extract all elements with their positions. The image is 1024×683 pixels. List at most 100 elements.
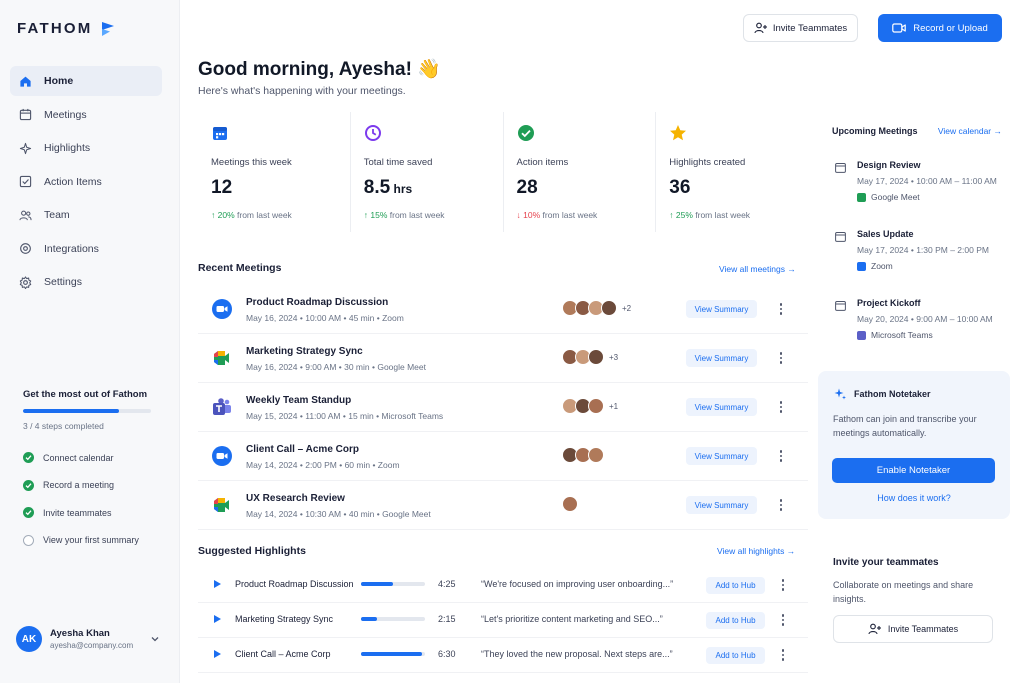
invite-teammates-button[interactable]: Invite Teammates xyxy=(743,14,858,42)
more-options-icon[interactable] xyxy=(776,351,786,365)
sidebar-item-label: Home xyxy=(44,75,74,87)
sidebar-item-highlights[interactable]: Highlights xyxy=(10,133,162,163)
meeting-row[interactable]: Client Call – Acme Corp May 14, 2024 • 2:… xyxy=(198,432,808,481)
view-summary-button[interactable]: View Summary xyxy=(686,447,757,465)
stats-row: Meetings this week 12 ↑ 20% from last we… xyxy=(198,112,808,232)
sidebar-item-home[interactable]: Home xyxy=(10,66,162,96)
upcoming-meeting-name: Project Kickoff xyxy=(857,298,921,308)
meeting-title: Marketing Strategy Sync xyxy=(246,346,363,357)
meeting-meta: May 14, 2024 • 10:30 AM • 40 min • Googl… xyxy=(246,509,431,519)
view-all-meetings-link[interactable]: View all meetings → xyxy=(719,264,796,274)
checklist-label: Record a meeting xyxy=(43,480,115,491)
stat-change: ↑ 15% from last week xyxy=(363,210,445,220)
fathom-logo-icon xyxy=(102,21,115,36)
calendar-icon xyxy=(835,163,846,173)
page-title: Good morning, Ayesha! 👋 xyxy=(198,59,441,80)
onboarding-steps-text: 3 / 4 steps completed xyxy=(23,421,104,431)
checklist-item[interactable]: Connect calendar xyxy=(23,444,166,472)
view-all-highlights-link[interactable]: View all highlights → xyxy=(717,546,795,556)
more-participants-count: +2 xyxy=(622,303,632,313)
participant-avatar xyxy=(562,496,578,512)
stat-card-action-items[interactable]: Action items 28 ↓ 10% from last week xyxy=(504,112,657,232)
sidebar-item-settings[interactable]: Settings xyxy=(10,267,162,297)
google-meet-icon xyxy=(214,498,229,512)
highlight-row[interactable]: Marketing Strategy Sync 2:15 “Let's priori… xyxy=(198,603,808,638)
highlight-row[interactable]: Product Roadmap Discussion 4:25 “We're foc… xyxy=(198,568,808,603)
participant-avatars: +2 xyxy=(562,300,631,316)
view-summary-button[interactable]: View Summary xyxy=(686,496,757,514)
highlight-progress-bar[interactable] xyxy=(361,582,425,586)
view-summary-button[interactable]: View Summary xyxy=(686,300,757,318)
notetaker-description: Fathom can join and transcribe your meet… xyxy=(833,414,977,438)
add-to-hub-button[interactable]: Add to Hub xyxy=(706,612,765,629)
sidebar-item-action-items[interactable]: Action Items xyxy=(10,167,162,197)
play-icon[interactable] xyxy=(214,580,221,588)
highlight-progress-bar[interactable] xyxy=(361,617,425,621)
platform-icon xyxy=(857,261,866,271)
more-options-icon[interactable] xyxy=(776,302,786,316)
highlight-duration: 4:25 xyxy=(438,579,456,589)
upcoming-meetings-panel: Upcoming Meetings View calendar → Design… xyxy=(818,112,1010,352)
checklist-item[interactable]: Invite teammates xyxy=(23,499,166,527)
stat-value: 36 xyxy=(669,177,691,198)
checklist-item[interactable]: View your first summary xyxy=(23,527,166,555)
invite-teammates-card-button[interactable]: Invite Teammates xyxy=(833,615,993,643)
checklist-icon xyxy=(19,175,32,188)
record-upload-button[interactable]: Record or Upload xyxy=(878,14,1002,42)
upcoming-meeting-platform: Microsoft Teams xyxy=(857,330,933,340)
play-icon[interactable] xyxy=(214,650,221,658)
users-icon xyxy=(19,210,32,220)
user-menu[interactable]: AK Ayesha Khan ayesha@company.com xyxy=(16,626,160,652)
sidebar-item-team[interactable]: Team xyxy=(10,200,162,230)
more-options-icon[interactable] xyxy=(778,578,788,592)
meeting-row[interactable]: Product Roadmap Discussion May 16, 2024 •… xyxy=(198,285,808,334)
notetaker-header: Fathom Notetaker xyxy=(834,388,931,400)
onboarding-title: Get the most out of Fathom xyxy=(23,389,148,400)
participant-avatars xyxy=(562,496,583,512)
sidebar-item-label: Team xyxy=(44,209,70,221)
more-options-icon[interactable] xyxy=(776,498,786,512)
user-email: ayesha@company.com xyxy=(50,641,134,650)
highlight-title: Marketing Strategy Sync xyxy=(235,614,334,624)
meeting-meta: May 15, 2024 • 11:00 AM • 15 min • Micro… xyxy=(246,411,444,421)
chevron-down-icon xyxy=(151,637,159,642)
stat-card-time-saved[interactable]: Total time saved 8.5 hrs ↑ 15% from last… xyxy=(351,112,504,232)
fathom-logo[interactable]: FATHOM xyxy=(17,20,116,37)
more-options-icon[interactable] xyxy=(778,613,788,627)
sidebar-item-label: Settings xyxy=(44,276,82,288)
meeting-row[interactable]: Marketing Strategy Sync May 16, 2024 • 9:… xyxy=(198,334,808,383)
sidebar-item-meetings[interactable]: Meetings xyxy=(10,100,162,130)
more-options-icon[interactable] xyxy=(776,449,786,463)
meeting-row[interactable]: Weekly Team Standup May 15, 2024 • 11:00 … xyxy=(198,383,808,432)
checklist-item[interactable]: Record a meeting xyxy=(23,472,166,500)
stat-card-highlights[interactable]: Highlights created 36 ↑ 25% from last we… xyxy=(656,112,808,232)
highlight-quote: “They loved the new proposal. Next steps… xyxy=(481,649,673,659)
check-icon xyxy=(23,479,34,491)
upcoming-meeting-name: Design Review xyxy=(857,160,921,170)
add-to-hub-button[interactable]: Add to Hub xyxy=(706,577,765,594)
meeting-title: Client Call – Acme Corp xyxy=(246,444,359,455)
suggested-highlights-title: Suggested Highlights xyxy=(198,545,306,557)
meeting-meta: May 14, 2024 • 2:00 PM • 60 min • Zoom xyxy=(246,460,400,470)
stat-label: Action items xyxy=(516,157,569,168)
view-calendar-link[interactable]: View calendar → xyxy=(938,126,1002,136)
add-to-hub-button[interactable]: Add to Hub xyxy=(706,647,765,664)
highlight-progress-bar[interactable] xyxy=(361,652,425,656)
meeting-row[interactable]: UX Research Review May 14, 2024 • 10:30 A… xyxy=(198,481,808,530)
upcoming-meeting-platform: Google Meet xyxy=(857,192,920,202)
zoom-icon xyxy=(212,299,232,319)
sidebar-item-integrations[interactable]: Integrations xyxy=(10,234,162,264)
how-it-works-link[interactable]: How does it work? xyxy=(818,493,1010,503)
more-options-icon[interactable] xyxy=(778,648,788,662)
play-icon[interactable] xyxy=(214,615,221,623)
enable-notetaker-button[interactable]: Enable Notetaker xyxy=(832,458,995,483)
view-summary-button[interactable]: View Summary xyxy=(686,398,757,416)
more-options-icon[interactable] xyxy=(776,400,786,414)
stat-change: ↑ 20% from last week xyxy=(211,210,292,220)
meeting-title: Product Roadmap Discussion xyxy=(246,297,389,308)
user-name: Ayesha Khan xyxy=(50,628,110,639)
highlight-row[interactable]: Client Call – Acme Corp 6:30 “They loved t… xyxy=(198,638,808,673)
clock-icon xyxy=(364,125,381,141)
view-summary-button[interactable]: View Summary xyxy=(686,349,757,367)
stat-card-meetings[interactable]: Meetings this week 12 ↑ 20% from last we… xyxy=(198,112,351,232)
